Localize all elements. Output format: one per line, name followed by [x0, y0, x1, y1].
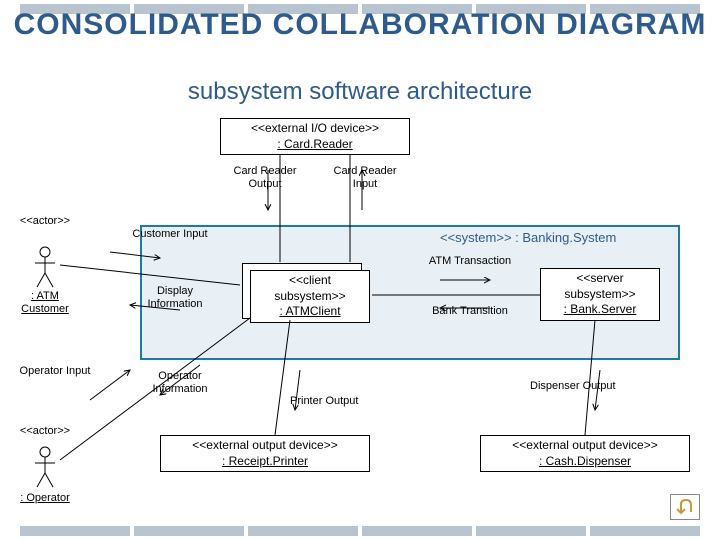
dispenser-output-label: Dispenser Output — [530, 380, 660, 393]
customer-input-label: Customer Input — [130, 228, 210, 241]
receipt-printer-name: : Receipt.Printer — [165, 454, 365, 470]
bank-server-stereotype: <<server subsystem>> — [545, 271, 655, 302]
actor-atm-customer-icon — [30, 245, 60, 290]
card-reader-name: : Card.Reader — [225, 137, 405, 153]
card-reader-box: <<external I/O device>> : Card.Reader — [220, 118, 410, 155]
operator-info-label: Operator Information — [135, 370, 225, 396]
back-button[interactable] — [670, 494, 700, 520]
cash-dispenser-box: <<external output device>> : Cash.Dispen… — [480, 435, 690, 472]
operator-name-label: : Operator — [10, 492, 80, 505]
operator-input-label: Operator Input — [15, 365, 95, 378]
card-reader-stereotype: <<external I/O device>> — [225, 121, 405, 137]
bank-transition-label: Bank Transition — [425, 305, 515, 318]
bank-server-name: : Bank.Server — [545, 302, 655, 318]
atm-client-box: <<client subsystem>> : ATMClient — [250, 270, 370, 323]
atm-client-name: : ATMClient — [255, 304, 365, 320]
actor-bot-label: <<actor>> — [15, 425, 75, 438]
cash-dispenser-stereotype: <<external output device>> — [485, 438, 685, 454]
cash-dispenser-name: : Cash.Dispenser — [485, 454, 685, 470]
receipt-printer-stereotype: <<external output device>> — [165, 438, 365, 454]
actor-operator-icon — [30, 445, 60, 490]
actor-top-label: <<actor>> — [15, 215, 75, 228]
atm-transaction-label: ATM Transaction — [420, 255, 520, 268]
card-reader-input-label: Card Reader Input — [330, 165, 400, 191]
bottom-stripes — [0, 526, 720, 536]
display-info-label: Display Information — [130, 285, 220, 311]
title: CONSOLIDATED COLLABORATION DIAGRAM — [0, 8, 720, 42]
printer-output-label: Printer Output — [290, 395, 410, 408]
u-turn-icon — [675, 498, 695, 516]
banking-system-label: <<system>> : Banking.System — [440, 230, 670, 246]
subtitle: subsystem software architecture — [0, 78, 720, 106]
receipt-printer-box: <<external output device>> : Receipt.Pri… — [160, 435, 370, 472]
atm-client-stereotype: <<client subsystem>> — [255, 273, 365, 304]
atm-customer-label: : ATM Customer — [10, 290, 80, 316]
card-reader-output-label: Card Reader Output — [230, 165, 300, 191]
bank-server-box: <<server subsystem>> : Bank.Server — [540, 268, 660, 321]
